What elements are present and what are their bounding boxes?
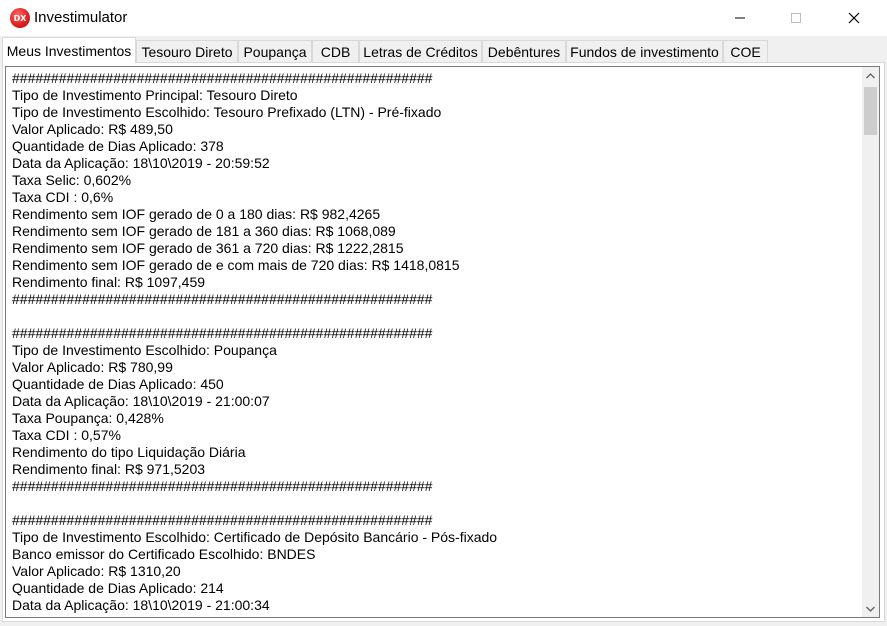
close-button[interactable] bbox=[831, 0, 877, 36]
title-bar: DX Investimulator bbox=[0, 0, 887, 36]
text-line: Quantidade de Dias Aplicado: 450 bbox=[12, 376, 224, 392]
text-line: Taxa CDI : 0,6% bbox=[12, 189, 114, 205]
tab-poupanca[interactable]: Poupança bbox=[238, 40, 312, 62]
tab-tesouro-direto[interactable]: Tesouro Direto bbox=[136, 40, 238, 62]
minimize-icon bbox=[735, 17, 745, 19]
separator-line: ########################################… bbox=[12, 291, 433, 307]
text-line: Banco emissor do Certificado Escolhido: … bbox=[12, 546, 316, 562]
text-line: Taxa CDI : 0,57% bbox=[12, 427, 121, 443]
tab-debentures[interactable]: Debêntures bbox=[482, 40, 566, 62]
text-line: Rendimento sem IOF gerado de 181 a 360 d… bbox=[12, 223, 396, 239]
scrollbar-thumb[interactable] bbox=[864, 87, 877, 135]
app-icon: DX bbox=[10, 8, 30, 28]
text-line: Valor Aplicado: R$ 1310,20 bbox=[12, 563, 181, 579]
window-title: Investimulator bbox=[34, 9, 128, 26]
investments-text-area[interactable]: ########################################… bbox=[12, 70, 858, 616]
separator-line: ########################################… bbox=[12, 512, 433, 528]
text-line: Data da Aplicação: 18\10\2019 - 20:59:52 bbox=[12, 155, 270, 171]
text-line: Rendimento sem IOF gerado de 361 a 720 d… bbox=[12, 240, 404, 256]
text-line: Data da Aplicação: 18\10\2019 - 21:00:07 bbox=[12, 393, 270, 409]
text-line: Rendimento sem IOF gerado de e com mais … bbox=[12, 257, 460, 273]
vertical-scrollbar[interactable] bbox=[862, 67, 879, 617]
tab-fundos-de-investimento[interactable]: Fundos de investimento bbox=[566, 40, 723, 62]
text-line: Valor Aplicado: R$ 489,50 bbox=[12, 121, 173, 137]
tab-coe[interactable]: COE bbox=[723, 40, 768, 62]
text-line: Quantidade de Dias Aplicado: 214 bbox=[12, 580, 224, 596]
tab-meus-investimentos[interactable]: Meus Investimentos bbox=[2, 37, 136, 63]
maximize-icon bbox=[791, 13, 801, 23]
tab-cdb[interactable]: CDB bbox=[312, 40, 359, 62]
text-line: Quantidade de Dias Aplicado: 378 bbox=[12, 138, 224, 154]
text-line: Tipo de Investimento Escolhido: Poupança bbox=[12, 342, 277, 358]
text-line: Taxa Poupança: 0,428% bbox=[12, 410, 164, 426]
chevron-down-icon bbox=[866, 606, 875, 612]
text-line: Rendimento do tipo Liquidação Diária bbox=[12, 444, 246, 460]
text-line: Valor Aplicado: R$ 780,99 bbox=[12, 359, 173, 375]
text-line: Data da Aplicação: 18\10\2019 - 21:00:34 bbox=[12, 597, 270, 613]
chevron-up-icon bbox=[866, 72, 875, 78]
minimize-button[interactable] bbox=[717, 0, 763, 36]
text-line: Tipo de Investimento Escolhido: Certific… bbox=[12, 529, 498, 545]
text-line: Tipo de Investimento Escolhido: Tesouro … bbox=[12, 104, 442, 120]
scroll-up-button[interactable] bbox=[862, 67, 879, 84]
text-line: Rendimento sem IOF gerado de 0 a 180 dia… bbox=[12, 206, 381, 222]
text-line: Taxa Selic: 0,602% bbox=[12, 172, 132, 188]
separator-line: ########################################… bbox=[12, 325, 433, 341]
text-line: Rendimento final: R$ 971,5203 bbox=[12, 461, 206, 477]
text-line: Rendimento final: R$ 1097,459 bbox=[12, 274, 206, 290]
tab-letras-de-creditos[interactable]: Letras de Créditos bbox=[359, 40, 482, 62]
close-icon bbox=[848, 12, 860, 24]
scroll-down-button[interactable] bbox=[862, 600, 879, 617]
text-line: Taxa do Certificado: 0,923% bbox=[12, 614, 858, 616]
investments-textbox[interactable]: ########################################… bbox=[5, 66, 880, 618]
maximize-button[interactable] bbox=[773, 0, 819, 36]
tab-strip: Meus Investimentos Tesouro Direto Poupan… bbox=[2, 37, 885, 63]
separator-line: ########################################… bbox=[12, 478, 433, 494]
text-line: Tipo de Investimento Principal: Tesouro … bbox=[12, 87, 298, 103]
separator-line: ########################################… bbox=[12, 70, 433, 86]
